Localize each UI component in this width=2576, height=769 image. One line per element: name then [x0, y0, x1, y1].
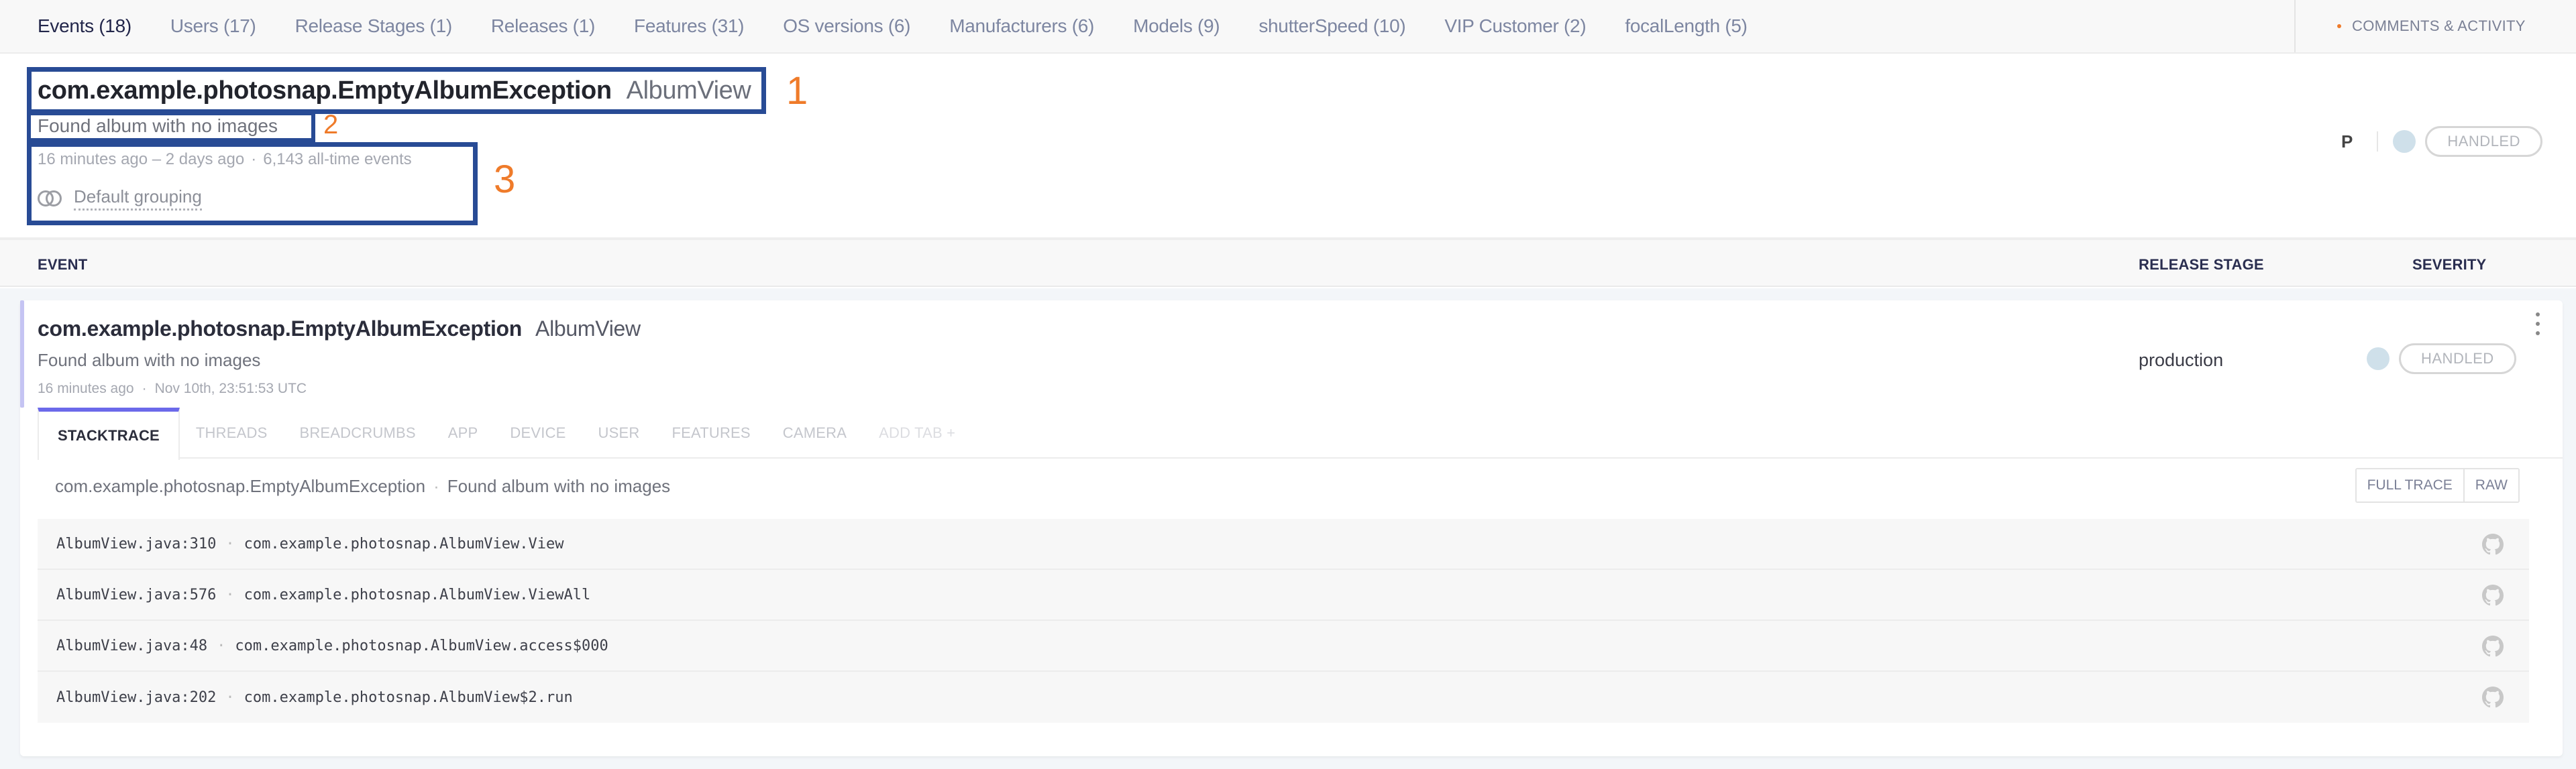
event-detail-tabs: Stacktrace Threads Breadcrumbs App Devic… [38, 408, 2563, 460]
unread-dot-icon [2337, 24, 2341, 28]
error-status: P HANDLED [2341, 126, 2542, 157]
frame-method: com.example.photosnap.AlbumView.View [244, 535, 564, 552]
severity-dot-icon [2393, 130, 2416, 153]
tab-user[interactable]: User [582, 408, 656, 459]
event-context: AlbumView [535, 316, 641, 341]
handled-badge: HANDLED [2399, 343, 2516, 374]
event-card: com.example.photosnap.EmptyAlbumExceptio… [20, 300, 2563, 756]
column-event: Event [38, 256, 88, 273]
stacktrace-exception-message: Found album with no images [447, 476, 671, 496]
github-icon[interactable] [2482, 534, 2504, 555]
event-title[interactable]: com.example.photosnap.EmptyAlbumExceptio… [38, 316, 641, 341]
column-severity: Severity [2412, 256, 2487, 273]
stacktrace-exception: com.example.photosnap.EmptyAlbumExceptio… [55, 476, 671, 496]
stack-frame[interactable]: AlbumView.java:202 · com.example.photosnap… [38, 672, 2529, 723]
stack-frame[interactable]: AlbumView.java:48 · com.example.photosnap.… [38, 621, 2529, 672]
frame-method: com.example.photosnap.AlbumView$2.run [244, 689, 573, 706]
frame-method: com.example.photosnap.AlbumView.access$0… [235, 637, 608, 654]
frame-file: AlbumView.java:48 [56, 637, 208, 654]
tab-features[interactable]: Features [655, 408, 766, 459]
frame-method: com.example.photosnap.AlbumView.ViewAll [244, 586, 591, 603]
tab-shutter-speed[interactable]: shutterSpeed (10) [1258, 15, 1405, 37]
comments-activity-label: Comments & Activity [2352, 17, 2526, 34]
frame-file: AlbumView.java:202 [56, 689, 217, 706]
raw-button[interactable]: Raw [2463, 469, 2518, 501]
tab-release-stages[interactable]: Release Stages (1) [295, 15, 453, 37]
column-release-stage: Release Stage [2139, 256, 2264, 273]
trace-view-toggle: Full trace Raw [2355, 468, 2520, 503]
tab-events[interactable]: Events (18) [38, 15, 131, 37]
tab-models[interactable]: Models (9) [1133, 15, 1220, 37]
stack-frames: AlbumView.java:310 · com.example.photosnap… [38, 519, 2529, 723]
top-tabs: Events (18) Users (17) Release Stages (1… [0, 0, 1786, 52]
add-tab-button[interactable]: Add tab + [863, 408, 971, 459]
tab-features[interactable]: Features (31) [634, 15, 744, 37]
tab-os-versions[interactable]: OS versions (6) [783, 15, 910, 37]
tab-users[interactable]: Users (17) [170, 15, 256, 37]
annotation-box-3 [27, 142, 478, 225]
stack-frame[interactable]: AlbumView.java:310 · com.example.photosnap… [38, 519, 2529, 570]
full-trace-button[interactable]: Full trace [2356, 469, 2463, 501]
github-icon[interactable] [2482, 585, 2504, 606]
stack-frame[interactable]: AlbumView.java:576 · com.example.photosnap… [38, 570, 2529, 621]
tab-device[interactable]: Device [494, 408, 582, 459]
github-icon[interactable] [2482, 636, 2504, 657]
comments-activity-toggle[interactable]: Comments & Activity [2294, 0, 2576, 52]
tab-vip-customer[interactable]: VIP Customer (2) [1444, 15, 1586, 37]
severity-dot-icon [2367, 347, 2390, 370]
event-release-stage: production [2139, 350, 2224, 370]
frame-file: AlbumView.java:576 [56, 586, 217, 603]
more-options-icon[interactable] [2536, 312, 2542, 335]
event-class-name: com.example.photosnap.EmptyAlbumExceptio… [38, 316, 523, 341]
selected-accent-bar [20, 300, 24, 408]
tab-focal-length[interactable]: focalLength (5) [1625, 15, 1748, 37]
tab-threads[interactable]: Threads [180, 408, 284, 459]
tab-stacktrace[interactable]: Stacktrace [38, 408, 180, 460]
error-header: com.example.photosnap.EmptyAlbumExceptio… [0, 55, 2576, 240]
annotation-number-3: 3 [494, 158, 516, 201]
annotation-number-1: 1 [786, 69, 808, 113]
frame-file: AlbumView.java:310 [56, 535, 217, 552]
top-tab-bar: Events (18) Users (17) Release Stages (1… [0, 0, 2576, 54]
tab-releases[interactable]: Releases (1) [491, 15, 595, 37]
event-relative-time: 16 minutes ago [38, 381, 134, 396]
handled-badge: HANDLED [2425, 126, 2542, 157]
event-timestamp: Nov 10th, 23:51:53 UTC [154, 381, 307, 396]
annotation-box-2 [27, 111, 315, 142]
annotation-number-2: 2 [323, 110, 339, 139]
event-meta: 16 minutes ago · Nov 10th, 23:51:53 UTC [38, 381, 307, 396]
annotation-box-1 [27, 67, 766, 114]
github-icon[interactable] [2482, 687, 2504, 708]
tab-app[interactable]: App [432, 408, 494, 459]
event-severity: HANDLED [2367, 343, 2516, 374]
tab-manufacturers[interactable]: Manufacturers (6) [949, 15, 1094, 37]
tab-camera[interactable]: Camera [767, 408, 863, 459]
event-message: Found album with no images [38, 350, 261, 370]
priority-button[interactable]: P [2341, 131, 2353, 152]
stacktrace-exception-class: com.example.photosnap.EmptyAlbumExceptio… [55, 476, 426, 496]
events-table-header: Event Release Stage Severity [0, 240, 2576, 287]
divider [2377, 131, 2379, 152]
tab-breadcrumbs[interactable]: Breadcrumbs [283, 408, 431, 459]
